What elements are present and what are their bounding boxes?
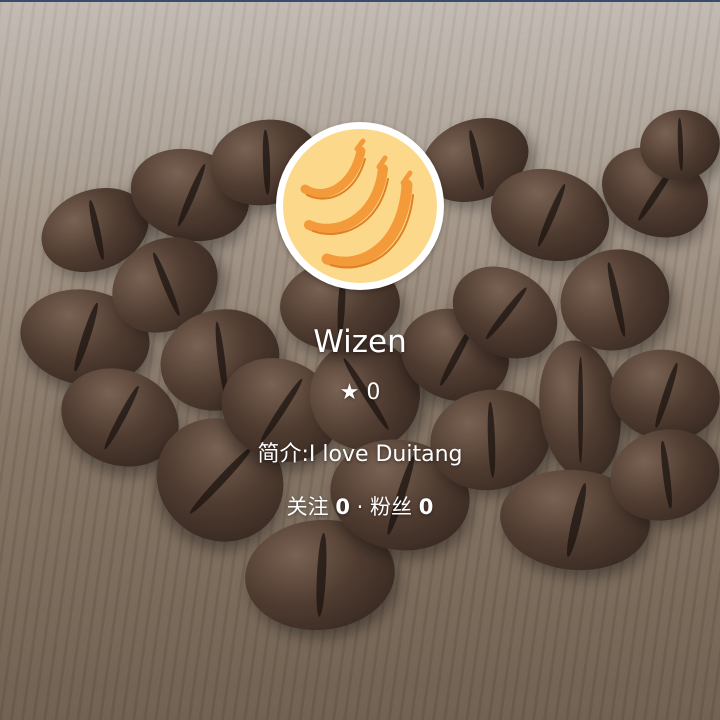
avatar[interactable]: [276, 122, 444, 290]
banana-icon: [300, 138, 414, 269]
bio-text: I love Duitang: [308, 442, 463, 467]
avatar-image: [283, 129, 437, 283]
star-icon: ★: [339, 380, 360, 405]
following-count: 0: [335, 495, 350, 519]
star-rating: ★ 0: [0, 380, 720, 405]
user-name: Wizen: [313, 324, 407, 360]
user-bio: 简介:I love Duitang: [0, 436, 720, 468]
bio-label: 简介:: [257, 442, 309, 467]
followers-link[interactable]: 粉丝 0: [370, 495, 433, 519]
stats-separator: ·: [356, 495, 364, 519]
following-link[interactable]: 关注 0: [287, 495, 350, 519]
followers-count: 0: [418, 495, 434, 519]
follow-stats: 关注 0 · 粉丝 0: [0, 491, 720, 521]
profile-header: Wizen ★ 0 简介:I love Duitang 关注 0 · 粉丝 0: [0, 0, 720, 720]
profile-screen: Wizen ★ 0 简介:I love Duitang 关注 0 · 粉丝 0: [0, 0, 720, 720]
star-count: 0: [366, 380, 381, 405]
following-label: 关注: [286, 495, 329, 519]
followers-label: 粉丝: [370, 495, 413, 519]
